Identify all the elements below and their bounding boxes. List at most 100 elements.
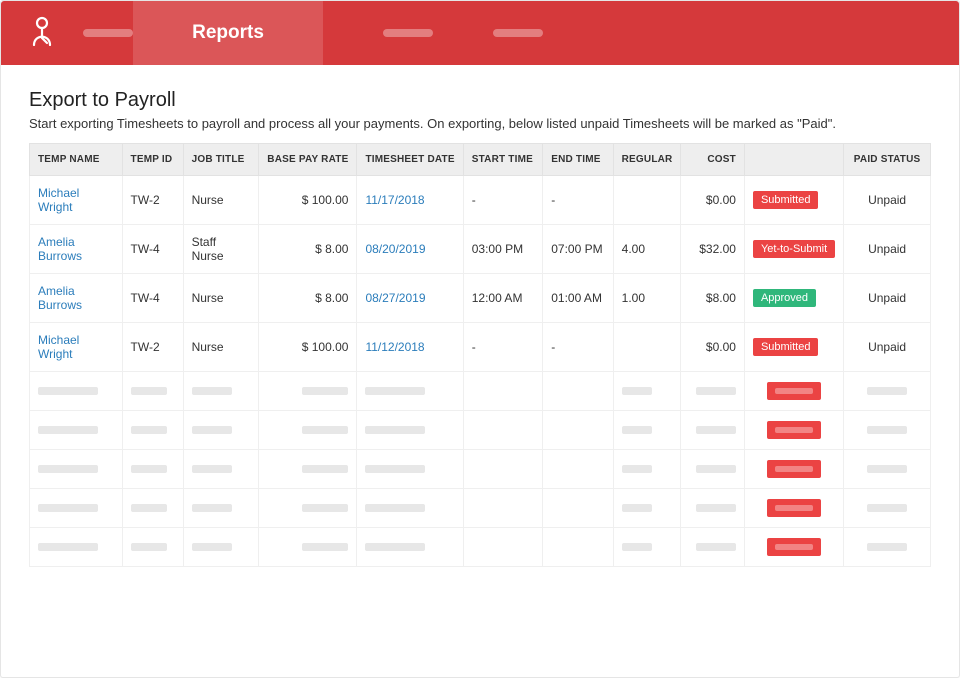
cell-end-time: 01:00 AM xyxy=(543,274,613,323)
text-placeholder xyxy=(867,465,907,473)
timesheet-date-link[interactable]: 08/27/2019 xyxy=(365,291,425,305)
cell-start-time: 12:00 AM xyxy=(463,274,543,323)
cell-ts-date[interactable]: 08/20/2019 xyxy=(357,225,463,274)
temp-name-link[interactable]: Michael Wright xyxy=(38,186,79,214)
table-row[interactable]: Michael WrightTW-2Nurse$ 100.0011/12/201… xyxy=(30,323,931,372)
col-temp-id[interactable]: TEMP ID xyxy=(122,144,183,176)
cell-status: Yet-to-Submit xyxy=(744,225,843,274)
cell-placeholder xyxy=(30,411,123,450)
cell-cost: $32.00 xyxy=(681,225,744,274)
text-placeholder xyxy=(622,426,652,434)
temp-name-link[interactable]: Amelia Burrows xyxy=(38,235,82,263)
timesheet-date-link[interactable]: 08/20/2019 xyxy=(365,242,425,256)
text-placeholder xyxy=(867,426,907,434)
cell-placeholder xyxy=(30,450,123,489)
text-placeholder xyxy=(365,387,425,395)
cell-ts-date[interactable]: 11/12/2018 xyxy=(357,323,463,372)
col-job-title[interactable]: JOB TITLE xyxy=(183,144,259,176)
col-paid-status[interactable]: PAID STATUS xyxy=(844,144,931,176)
cell-temp-name[interactable]: Michael Wright xyxy=(30,176,123,225)
col-status[interactable] xyxy=(744,144,843,176)
col-end-time[interactable]: END TIME xyxy=(543,144,613,176)
cell-placeholder xyxy=(122,489,183,528)
cell-placeholder xyxy=(259,528,357,567)
nav-item-placeholder-3[interactable] xyxy=(493,29,543,37)
cell-placeholder xyxy=(744,528,843,567)
text-placeholder xyxy=(192,426,232,434)
col-cost[interactable]: COST xyxy=(681,144,744,176)
text-placeholder xyxy=(38,426,98,434)
app-frame: Reports Export to Payroll Start exportin… xyxy=(0,0,960,678)
cell-placeholder xyxy=(259,372,357,411)
col-base-rate[interactable]: BASE PAY RATE xyxy=(259,144,357,176)
temp-name-link[interactable]: Michael Wright xyxy=(38,333,79,361)
cell-placeholder xyxy=(613,372,681,411)
cell-placeholder xyxy=(463,411,543,450)
status-badge-placeholder xyxy=(767,460,821,478)
cell-temp-name[interactable]: Amelia Burrows xyxy=(30,274,123,323)
table-row-placeholder xyxy=(30,450,931,489)
cell-placeholder xyxy=(30,372,123,411)
cell-regular xyxy=(613,323,681,372)
table-row[interactable]: Michael WrightTW-2Nurse$ 100.0011/17/201… xyxy=(30,176,931,225)
text-placeholder xyxy=(38,465,98,473)
timesheet-date-link[interactable]: 11/12/2018 xyxy=(365,340,424,354)
cell-placeholder xyxy=(463,489,543,528)
cell-paid-status: Unpaid xyxy=(844,176,931,225)
text-placeholder xyxy=(365,504,425,512)
col-temp-name[interactable]: TEMP NAME xyxy=(30,144,123,176)
text-placeholder xyxy=(696,387,736,395)
text-placeholder xyxy=(696,426,736,434)
table-row-placeholder xyxy=(30,489,931,528)
cell-placeholder xyxy=(844,450,931,489)
text-placeholder xyxy=(192,387,232,395)
cell-temp-name[interactable]: Amelia Burrows xyxy=(30,225,123,274)
text-placeholder xyxy=(867,387,907,395)
cell-start-time: - xyxy=(463,323,543,372)
person-logo-icon xyxy=(31,16,53,51)
table-row[interactable]: Amelia BurrowsTW-4Staff Nurse$ 8.0008/20… xyxy=(30,225,931,274)
nav-item-placeholder-2[interactable] xyxy=(383,29,433,37)
cell-ts-date[interactable]: 11/17/2018 xyxy=(357,176,463,225)
text-placeholder xyxy=(365,543,425,551)
cell-placeholder xyxy=(30,489,123,528)
cell-status: Submitted xyxy=(744,176,843,225)
cell-placeholder xyxy=(463,372,543,411)
nav-item-placeholder-1[interactable] xyxy=(83,29,133,37)
col-start-time[interactable]: START TIME xyxy=(463,144,543,176)
tab-reports[interactable]: Reports xyxy=(133,1,323,65)
text-placeholder xyxy=(302,504,348,512)
cell-placeholder xyxy=(844,372,931,411)
cell-placeholder xyxy=(543,411,613,450)
cell-placeholder xyxy=(681,528,744,567)
temp-name-link[interactable]: Amelia Burrows xyxy=(38,284,82,312)
cell-placeholder xyxy=(463,528,543,567)
cell-placeholder xyxy=(744,450,843,489)
page-subtitle: Start exporting Timesheets to payroll an… xyxy=(29,116,931,131)
cell-placeholder xyxy=(681,489,744,528)
cell-end-time: - xyxy=(543,176,613,225)
text-placeholder xyxy=(38,504,98,512)
col-regular[interactable]: REGULAR xyxy=(613,144,681,176)
cell-regular xyxy=(613,176,681,225)
cell-placeholder xyxy=(122,528,183,567)
text-placeholder xyxy=(131,465,167,473)
cell-placeholder xyxy=(183,411,259,450)
table-row[interactable]: Amelia BurrowsTW-4Nurse$ 8.0008/27/20191… xyxy=(30,274,931,323)
cell-temp-id: TW-4 xyxy=(122,274,183,323)
cell-placeholder xyxy=(613,411,681,450)
cell-status: Approved xyxy=(744,274,843,323)
cell-cost: $0.00 xyxy=(681,176,744,225)
text-placeholder xyxy=(696,465,736,473)
cell-temp-name[interactable]: Michael Wright xyxy=(30,323,123,372)
cell-temp-id: TW-4 xyxy=(122,225,183,274)
cell-placeholder xyxy=(463,450,543,489)
table-row-placeholder xyxy=(30,372,931,411)
timesheet-date-link[interactable]: 11/17/2018 xyxy=(365,193,424,207)
text-placeholder xyxy=(38,543,98,551)
cell-job-title: Nurse xyxy=(183,323,259,372)
status-badge-placeholder xyxy=(767,421,821,439)
cell-ts-date[interactable]: 08/27/2019 xyxy=(357,274,463,323)
col-ts-date[interactable]: TIMESHEET DATE xyxy=(357,144,463,176)
cell-regular: 1.00 xyxy=(613,274,681,323)
